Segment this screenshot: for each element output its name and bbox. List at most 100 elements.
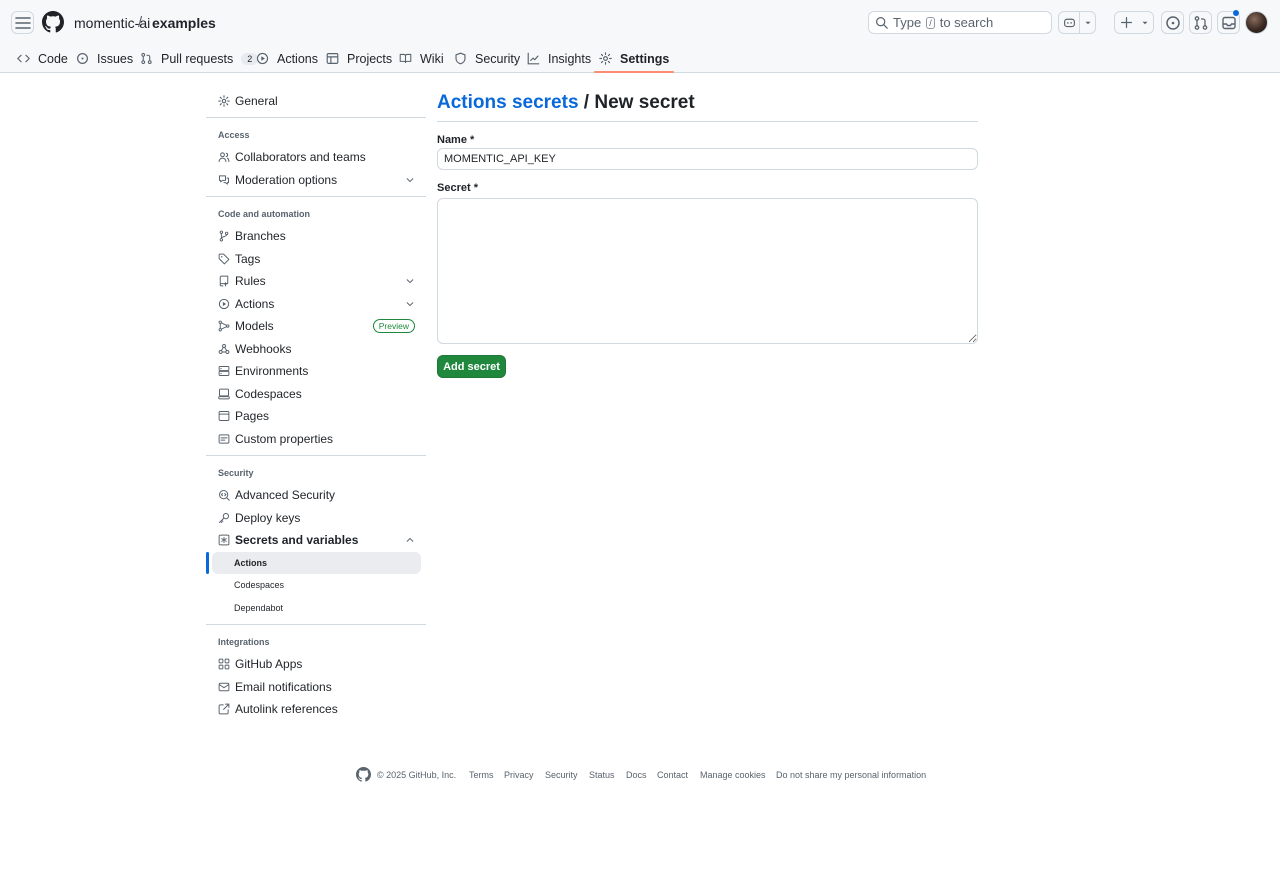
sidebar-item-collaborators[interactable]: Collaborators and teams	[212, 146, 421, 168]
link-external-icon	[218, 703, 230, 715]
sidebar-item-branches[interactable]: Branches	[212, 225, 421, 247]
tab-projects[interactable]: Projects	[326, 44, 392, 73]
footer-link-contact[interactable]: Contact	[657, 770, 688, 780]
tab-insights[interactable]: Insights	[527, 44, 591, 73]
notification-indicator	[1233, 10, 1239, 16]
sidebar-subitem-actions[interactable]: Actions	[206, 552, 421, 574]
sidebar-item-label: Environments	[235, 364, 309, 378]
actions-secrets-link[interactable]: Actions secrets	[437, 92, 579, 113]
title-separator: /	[583, 92, 590, 113]
tab-wiki[interactable]: Wiki	[399, 44, 444, 73]
sidebar-item-deploy-keys[interactable]: Deploy keys	[212, 507, 421, 529]
play-icon	[256, 52, 269, 65]
global-header: momentic-ai / examples Type / to search	[0, 0, 1280, 73]
sidebar-item-label: Codespaces	[235, 387, 302, 401]
issues-button[interactable]	[1161, 11, 1184, 34]
preview-badge: Preview	[372, 319, 415, 333]
sidebar-item-label: Secrets and variables	[235, 533, 359, 547]
sidebar-item-codespaces[interactable]: Codespaces	[212, 383, 421, 405]
page-title: Actions secrets / New secret	[437, 91, 695, 115]
search-input[interactable]: Type / to search	[868, 11, 1052, 34]
chevron-up-icon	[406, 537, 414, 542]
sidebar-item-label: Branches	[235, 229, 286, 243]
create-dropdown[interactable]	[1137, 12, 1153, 33]
sidebar-item-secrets-and-variables[interactable]: Secrets and variables	[212, 529, 421, 551]
footer-link-status[interactable]: Status	[589, 770, 615, 780]
title-text: New secret	[594, 92, 695, 113]
ai-model-icon	[218, 320, 230, 332]
sidebar-item-moderation[interactable]: Moderation options	[212, 169, 421, 191]
sidebar-item-github-apps[interactable]: GitHub Apps	[212, 653, 421, 675]
footer-link-manage-cookies[interactable]: Manage cookies	[700, 770, 766, 780]
copilot-button[interactable]	[1058, 11, 1096, 34]
name-label: Name *	[437, 134, 475, 146]
footer-link-docs[interactable]: Docs	[626, 770, 647, 780]
sidebar-item-label: Moderation options	[235, 173, 338, 187]
pull-requests-button[interactable]	[1189, 11, 1212, 34]
sidebar-item-environments[interactable]: Environments	[212, 360, 421, 382]
tab-security[interactable]: Security	[454, 44, 520, 73]
github-logo-icon[interactable]	[42, 11, 64, 33]
footer-link-terms[interactable]: Terms	[469, 770, 494, 780]
sidebar-item-label: Dependabot	[234, 603, 284, 613]
sidebar-divider	[206, 117, 426, 118]
tab-settings[interactable]: Settings	[593, 44, 675, 73]
sidebar-item-label: Tags	[235, 252, 261, 266]
issue-opened-icon	[77, 53, 88, 64]
sidebar-item-rules[interactable]: Rules	[212, 270, 421, 292]
create-new-button[interactable]	[1114, 11, 1154, 34]
sidebar-item-email-notifications[interactable]: Email notifications	[212, 676, 421, 698]
tab-label: Insights	[548, 51, 592, 66]
sidebar-item-advanced-security[interactable]: Advanced Security	[212, 484, 421, 506]
breadcrumb-repo[interactable]: examples	[152, 15, 216, 31]
sidebar-item-actions[interactable]: Actions	[212, 293, 421, 315]
sidebar-heading-access: Access	[218, 130, 250, 140]
sidebar-item-label: Webhooks	[235, 342, 292, 356]
sidebar-item-label: Email notifications	[235, 680, 332, 694]
key-icon	[218, 512, 230, 524]
sidebar-item-models[interactable]: Models Preview	[212, 315, 421, 337]
git-pull-request-icon	[141, 52, 152, 65]
copilot-dropdown[interactable]	[1079, 12, 1095, 33]
footer-link-privacy[interactable]: Privacy	[504, 770, 534, 780]
tab-label: Wiki	[420, 51, 444, 66]
git-branch-icon	[218, 230, 230, 242]
tab-actions[interactable]: Actions	[256, 44, 318, 73]
sidebar-item-label: Advanced Security	[235, 488, 336, 502]
add-secret-button[interactable]: Add secret	[437, 355, 506, 378]
sidebar-item-custom-properties[interactable]: Custom properties	[212, 428, 421, 450]
table-icon	[326, 53, 339, 64]
hamburger-icon	[14, 16, 31, 29]
copilot-part[interactable]	[1059, 12, 1079, 33]
footer-link-do-not-share[interactable]: Do not share my personal information	[776, 770, 926, 780]
sidebar-item-autolink-references[interactable]: Autolink references	[212, 698, 421, 720]
sidebar-item-webhooks[interactable]: Webhooks	[212, 338, 421, 360]
comment-discussion-icon	[218, 174, 230, 186]
sidebar-item-tags[interactable]: Tags	[212, 248, 421, 270]
triangle-down-icon	[1142, 21, 1148, 24]
sidebar-item-pages[interactable]: Pages	[212, 405, 421, 427]
sidebar-subitem-codespaces[interactable]: Codespaces	[212, 574, 421, 596]
git-pull-request-icon	[1194, 15, 1207, 30]
secret-name-input[interactable]	[437, 148, 978, 170]
tab-label: Code	[38, 51, 68, 66]
tag-icon	[218, 253, 230, 265]
mail-icon	[218, 681, 230, 693]
sidebar-item-label: Actions	[235, 297, 275, 311]
sidebar-item-general[interactable]: General	[212, 90, 421, 112]
tab-code[interactable]: Code	[17, 44, 68, 73]
github-logo-icon[interactable]	[356, 767, 371, 782]
sidebar-subitem-dependabot[interactable]: Dependabot	[212, 597, 421, 619]
tab-pull-requests[interactable]: Pull requests 2	[140, 44, 259, 73]
menu-button[interactable]	[11, 11, 34, 34]
tab-issues[interactable]: Issues	[76, 44, 133, 73]
footer-link-security[interactable]: Security	[545, 770, 578, 780]
sidebar-item-label: Models	[235, 319, 274, 333]
avatar[interactable]	[1245, 11, 1268, 34]
secret-value-textarea[interactable]	[437, 198, 978, 344]
footer: © 2025 GitHub, Inc. Terms Privacy Securi…	[0, 767, 1280, 783]
sidebar-divider	[206, 455, 426, 456]
breadcrumb-separator: /	[138, 14, 143, 31]
webhook-icon	[218, 343, 230, 355]
create-plus[interactable]	[1115, 12, 1137, 33]
